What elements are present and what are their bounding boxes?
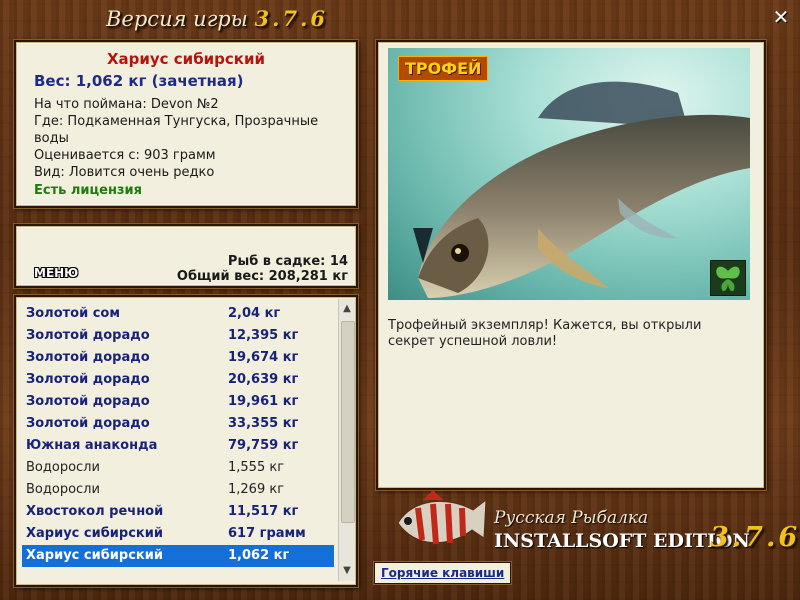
hotkeys-button[interactable]: Горячие клавиши [374,562,512,584]
brand-title: Русская Рыбалка [494,508,649,528]
title-version: 3.7.6 [254,6,329,31]
catch-fish-weight: 79,759 кг [228,438,299,453]
catch-fish-name: Золотой дорадо [26,350,150,365]
value-line: Оценивается с: 903 грамм [34,148,216,163]
catch-details: На что поймана: Devon №2 Где: Подкаменна… [34,96,344,181]
catch-fish-name: Водоросли [26,460,100,475]
catch-list-panel: Золотой сом 2,04 кг Золотой дорадо 12,395 к… [14,295,358,587]
catch-fish-name: Хвостокол речной [26,504,164,519]
catch-list-row[interactable]: Золотой дорадо 12,395 кг [22,325,334,347]
fish-count: Рыб в садке: 14 [227,254,348,269]
catch-fish-weight: 20,639 кг [228,372,299,387]
catch-fish-name: Хариус сибирский [26,548,163,563]
butterfly-icon[interactable] [710,260,746,296]
close-icon[interactable]: ✕ [770,6,792,28]
catch-fish-weight: 19,961 кг [228,394,299,409]
catch-info-panel: Хариус сибирский Вес: 1,062 кг (зачетная… [14,40,358,208]
kind-line: Вид: Ловится очень редко [34,165,215,180]
catch-list-row[interactable]: Золотой дорадо 19,961 кг [22,391,334,413]
list-scrollbar[interactable]: ▲ ▼ [338,299,355,581]
catch-fish-weight: 2,04 кг [228,306,281,321]
catch-list-row[interactable]: Золотой дорадо 19,674 кг [22,347,334,369]
menu-button[interactable]: МЕНЮ [34,266,78,280]
catch-fish-name: Золотой дорадо [26,372,150,387]
grayling-fish-image [413,81,750,298]
scroll-thumb[interactable] [341,321,355,523]
catch-list-row[interactable]: Хариус сибирский 617 грамм [22,523,334,545]
scroll-down-icon[interactable]: ▼ [339,563,355,579]
catch-list-row[interactable]: Водоросли 1,555 кг [22,457,334,479]
catch-fish-name: Золотой дорадо [26,416,150,431]
bait-line: На что поймана: Devon №2 [34,97,219,112]
catch-fish-name: Золотой дорадо [26,328,150,343]
keepnet-stats-panel: МЕНЮ Рыб в садке: 14 Общий вес: 208,281 … [14,224,358,288]
catch-fish-weight: 33,355 кг [228,416,299,431]
catch-fish-name: Южная анаконда [26,438,158,453]
trophy-panel: ТРОФЕЙ Трофейный экземпляр! Кажется, вы … [376,40,766,490]
license-status: Есть лицензия [34,183,142,198]
catch-fish-name: Золотой дорадо [26,394,150,409]
catch-list-row[interactable]: Хвостокол речной 11,517 кг [22,501,334,523]
catch-fish-weight: 1,555 кг [228,460,285,475]
catch-fish-weight: 19,674 кг [228,350,299,365]
catch-fish-weight: 12,395 кг [228,328,299,343]
title-prefix: Версия игры [106,7,248,31]
catch-list-row[interactable]: Южная анаконда 79,759 кг [22,435,334,457]
catch-fish-name: Золотой сом [26,306,120,321]
scroll-up-icon[interactable]: ▲ [339,301,355,317]
catch-fish-name: Водоросли [26,482,100,497]
catch-fish-name: Хариус сибирский [26,526,163,541]
fish-weight: Вес: 1,062 кг (зачетная) [34,72,244,90]
brand-version: 3.7.6 [710,522,800,553]
catch-fish-weight: 11,517 кг [228,504,299,519]
catch-list-row[interactable]: Золотой сом 2,04 кг [22,303,334,325]
trophy-message: Трофейный экземпляр! Кажется, вы открыли… [388,318,702,349]
trophy-badge: ТРОФЕЙ [398,56,489,81]
brand-fish-icon [388,488,488,562]
fish-name: Хариус сибирский [106,50,266,68]
catch-list: Золотой сом 2,04 кг Золотой дорадо 12,395 к… [22,303,334,567]
catch-fish-weight: 1,062 кг [228,548,290,563]
total-weight: Общий вес: 208,281 кг [176,269,348,284]
window-title: Версия игры 3.7.6 [106,6,328,31]
trophy-photo: ТРОФЕЙ [388,48,750,300]
catch-list-row[interactable]: Водоросли 1,269 кг [22,479,334,501]
catch-list-row[interactable]: Хариус сибирский 1,062 кг [22,545,334,567]
catch-fish-weight: 617 грамм [228,526,306,541]
catch-list-row[interactable]: Золотой дорадо 33,355 кг [22,413,334,435]
place-line: Где: Подкаменная Тунгуска, Прозрачные во… [34,114,319,146]
catch-fish-weight: 1,269 кг [228,482,285,497]
catch-list-row[interactable]: Золотой дорадо 20,639 кг [22,369,334,391]
